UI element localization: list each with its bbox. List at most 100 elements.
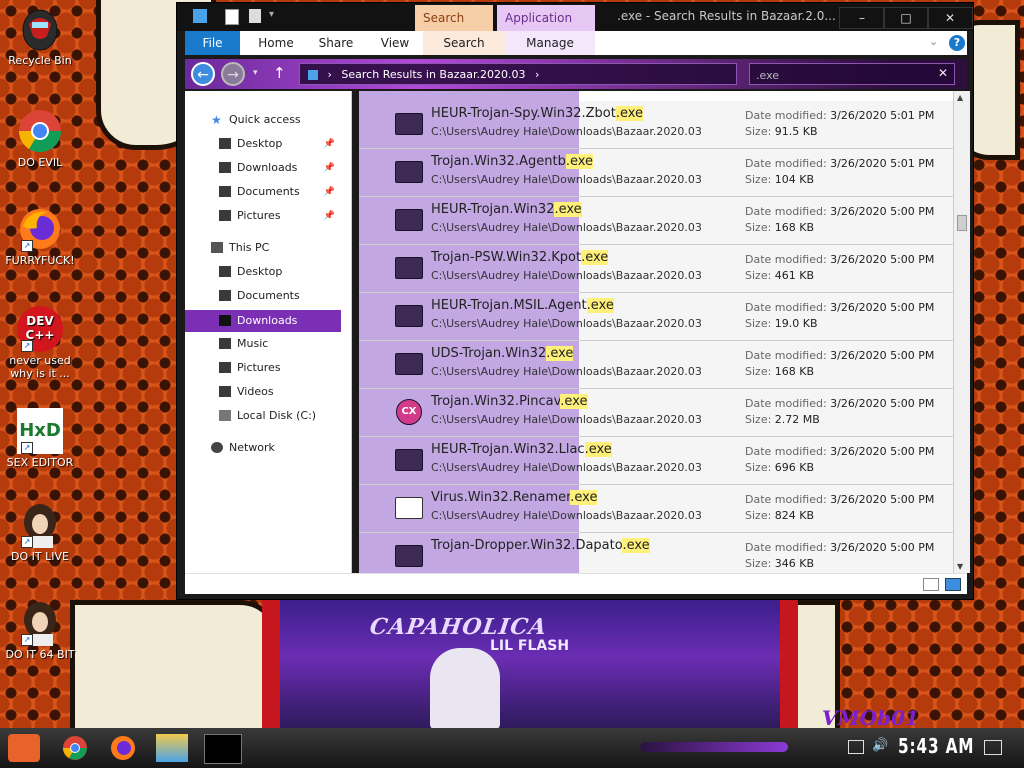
tab-share[interactable]: Share: [305, 31, 367, 55]
breadcrumb[interactable]: Search Results in Bazaar.2020.03: [341, 68, 525, 81]
taskbar-clock[interactable]: 5:43 AM: [898, 734, 974, 758]
nav-pc-documents[interactable]: Documents: [185, 285, 341, 307]
result-row[interactable]: UDS-Trojan.Win32.exe C:\Users\Audrey Hal…: [359, 341, 953, 389]
downloads-icon: [219, 315, 231, 326]
file-path: C:\Users\Audrey Hale\Downloads\Bazaar.20…: [431, 413, 702, 426]
minimize-button[interactable]: –: [839, 7, 885, 29]
nav-pc-pictures[interactable]: Pictures: [185, 357, 341, 379]
pin-icon[interactable]: 📌: [324, 205, 335, 227]
nav-pc-downloads[interactable]: Downloads: [185, 310, 341, 332]
tab-search[interactable]: Search: [423, 31, 505, 55]
desktop-icon-sex-editor[interactable]: HxD ↗ SEX EDITOR: [4, 408, 76, 469]
recent-dropdown-icon[interactable]: ▾: [253, 68, 258, 78]
nav-network[interactable]: Network: [185, 437, 341, 459]
nav-qa-desktop[interactable]: Desktop 📌: [185, 133, 341, 155]
desktop-icon-do-evil[interactable]: DO EVIL: [4, 108, 76, 169]
desktop-icon-do-it-64-bit[interactable]: ↗ DO IT 64 BIT: [4, 600, 76, 661]
result-row[interactable]: Virus.Win32.Renamer.exe C:\Users\Audrey …: [359, 485, 953, 533]
network-tray-icon[interactable]: [848, 740, 864, 754]
file-name: Trojan-PSW.Win32.Kpot.exe: [431, 250, 609, 265]
new-folder-icon[interactable]: [249, 9, 261, 23]
file-base: UDS-Trojan.Win32: [431, 346, 547, 361]
nav-this-pc[interactable]: This PC: [185, 237, 341, 259]
result-row[interactable]: HEUR-Trojan.MSIL.Agent.exe C:\Users\Audr…: [359, 293, 953, 341]
breadcrumb-chevron-icon[interactable]: ›: [535, 68, 539, 81]
desktop-icon-furryfuck[interactable]: ↗ FURRYFUCK!: [4, 206, 76, 267]
notification-center-icon[interactable]: [984, 740, 1002, 755]
file-path: C:\Users\Audrey Hale\Downloads\Bazaar.20…: [431, 173, 702, 186]
clear-search-icon[interactable]: ✕: [938, 66, 948, 80]
result-row[interactable]: HEUR-Trojan.Win32.Llac.exe C:\Users\Audr…: [359, 437, 953, 485]
qat-dropdown-icon[interactable]: ▾: [269, 9, 274, 20]
forward-arrow-icon[interactable]: →: [221, 62, 245, 86]
date-label: Date modified:: [745, 397, 827, 410]
desktop-icon-recycle-bin[interactable]: Recycle Bin: [4, 6, 76, 67]
large-icons-view-icon[interactable]: [945, 578, 961, 591]
command-prompt-taskbar-icon[interactable]: [204, 734, 242, 764]
nav-qa-downloads[interactable]: Downloads 📌: [185, 157, 341, 179]
scroll-up-icon[interactable]: ▲: [957, 93, 963, 102]
tab-view[interactable]: View: [367, 31, 423, 55]
size-value: 19.0 KB: [774, 317, 818, 330]
size-label: Size:: [745, 317, 772, 330]
nav-pc-desktop[interactable]: Desktop: [185, 261, 341, 283]
context-tab-application-tools[interactable]: Application Tools: [497, 5, 595, 51]
nav-pc-videos[interactable]: Videos: [185, 381, 341, 403]
nav-qa-documents[interactable]: Documents 📌: [185, 181, 341, 203]
ribbon-tabs: File Home Share View Search Manage ⌄ ?: [185, 31, 967, 55]
date-label: Date modified:: [745, 301, 827, 314]
result-row[interactable]: CX Trojan.Win32.Pincav.exe C:\Users\Audr…: [359, 389, 953, 437]
file-size: Size: 346 KB: [745, 557, 814, 570]
date-modified: Date modified: 3/26/2020 5:00 PM: [745, 205, 934, 218]
desktop-icon-label: Recycle Bin: [8, 54, 72, 67]
address-field[interactable]: › Search Results in Bazaar.2020.03 ›: [299, 63, 737, 85]
back-arrow-icon[interactable]: ←: [191, 62, 215, 86]
pane-divider[interactable]: [341, 91, 352, 573]
pin-icon[interactable]: 📌: [324, 133, 335, 155]
help-icon[interactable]: ?: [949, 35, 965, 51]
desktop-icon-label: SEX EDITOR: [6, 456, 74, 469]
result-row[interactable]: Trojan.Win32.Agentb.exe C:\Users\Audrey …: [359, 149, 953, 197]
nav-label: Network: [229, 441, 275, 454]
date-label: Date modified:: [745, 109, 827, 122]
tab-manage[interactable]: Manage: [505, 31, 595, 55]
pin-icon[interactable]: 📌: [324, 181, 335, 203]
chrome-taskbar-icon[interactable]: [60, 734, 92, 762]
result-row[interactable]: Trojan-PSW.Win32.Kpot.exe C:\Users\Audre…: [359, 245, 953, 293]
result-row[interactable]: HEUR-Trojan-Spy.Win32.Zbot.exe C:\Users\…: [359, 101, 953, 149]
file-explorer-taskbar-icon[interactable]: [156, 734, 188, 762]
start-button-icon[interactable]: [8, 734, 40, 762]
nav-pc-music[interactable]: Music: [185, 333, 341, 355]
vertical-scrollbar[interactable]: ▲ ▼: [953, 91, 970, 573]
details-view-icon[interactable]: [923, 578, 939, 591]
search-box[interactable]: ✕: [749, 63, 955, 86]
nav-pc-local-disk[interactable]: Local Disk (C:): [185, 405, 341, 427]
context-tab-search-tools[interactable]: Search Tools: [415, 5, 493, 51]
result-row[interactable]: Trojan-Dropper.Win32.Dapato.exe Date mod…: [359, 533, 953, 573]
properties-icon[interactable]: [225, 9, 239, 25]
pin-icon[interactable]: 📌: [324, 157, 335, 179]
breadcrumb-separator-icon[interactable]: ›: [328, 68, 332, 81]
nav-qa-pictures[interactable]: Pictures 📌: [185, 205, 341, 227]
file-path: C:\Users\Audrey Hale\Downloads\Bazaar.20…: [431, 221, 702, 234]
volume-tray-icon[interactable]: 🔊: [872, 738, 888, 753]
search-folder-icon: [308, 70, 318, 80]
desktop-icon-devcpp[interactable]: DEV C++ ↗ never used why is it ...: [4, 306, 76, 380]
search-input[interactable]: [750, 64, 928, 86]
nav-quick-access[interactable]: ★ Quick access: [185, 109, 341, 131]
maximize-button[interactable]: □: [883, 7, 929, 29]
documents-icon: [219, 186, 231, 197]
tab-home[interactable]: Home: [247, 31, 305, 55]
ribbon-expand-icon[interactable]: ⌄: [929, 35, 938, 48]
desktop-icon-do-it-live[interactable]: ↗ DO IT LIVE: [4, 502, 76, 563]
file-path: C:\Users\Audrey Hale\Downloads\Bazaar.20…: [431, 509, 702, 522]
tab-file[interactable]: File: [185, 31, 240, 55]
results-pane: HEUR-Trojan-Spy.Win32.Zbot.exe C:\Users\…: [359, 91, 953, 573]
close-button[interactable]: ✕: [927, 7, 973, 29]
scroll-down-icon[interactable]: ▼: [957, 562, 963, 571]
result-row[interactable]: HEUR-Trojan.Win32.exe C:\Users\Audrey Ha…: [359, 197, 953, 245]
generic-window-icon: [395, 497, 423, 519]
firefox-taskbar-icon[interactable]: [108, 734, 140, 762]
up-arrow-icon[interactable]: ↑: [273, 64, 286, 82]
scroll-thumb[interactable]: [957, 215, 967, 231]
